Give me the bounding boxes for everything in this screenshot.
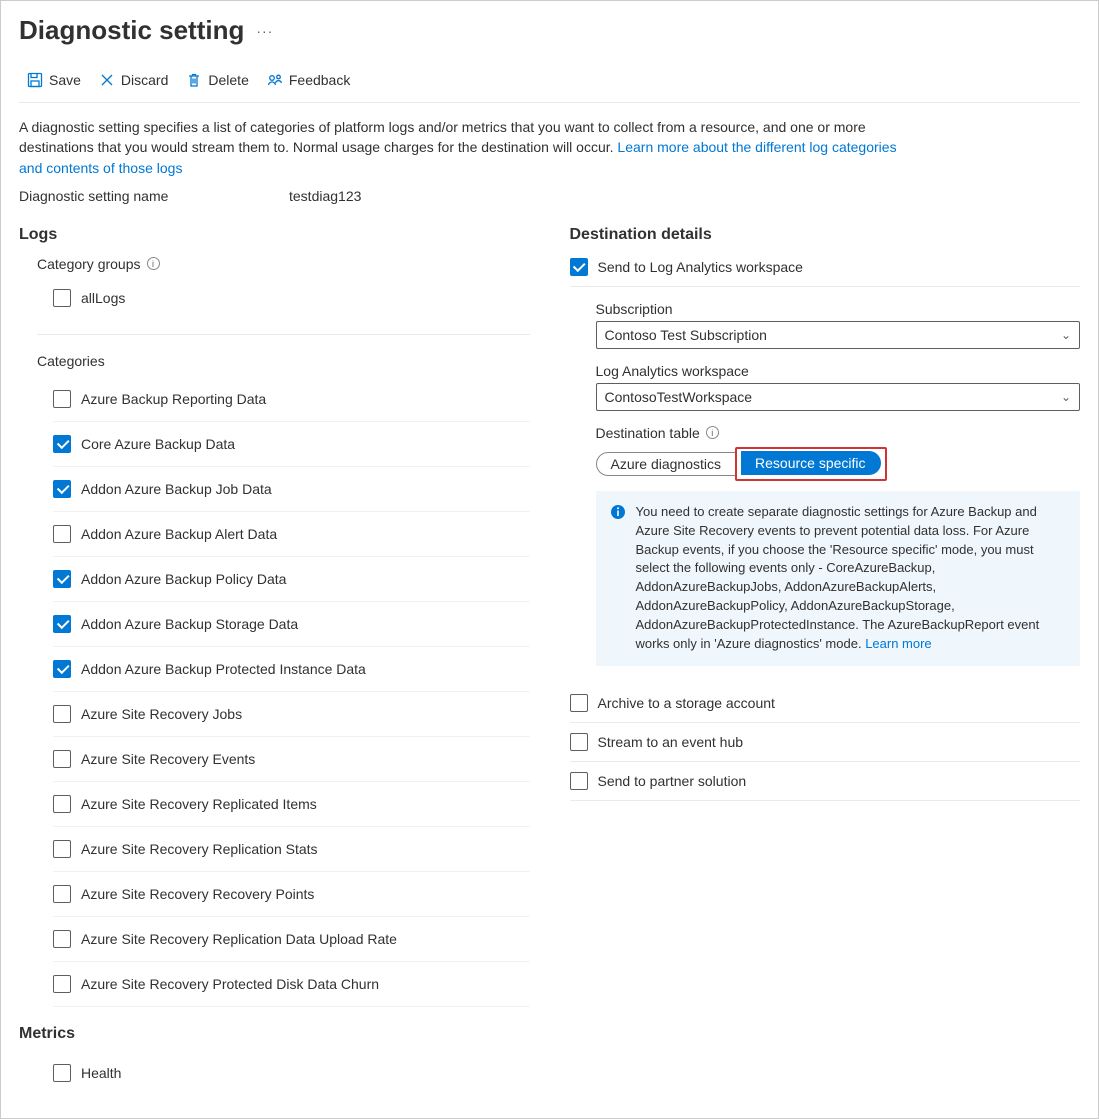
category-label: Azure Site Recovery Jobs	[81, 706, 242, 722]
dest-stream-label: Stream to an event hub	[598, 734, 744, 750]
category-label: Azure Backup Reporting Data	[81, 391, 266, 407]
workspace-select[interactable]: ContosoTestWorkspace ⌄	[596, 383, 1081, 411]
checkbox-stream-eventhub[interactable]	[570, 733, 588, 751]
category-row: Azure Site Recovery Events	[53, 737, 530, 782]
checkbox-send-log-analytics[interactable]	[570, 258, 588, 276]
category-row: Addon Azure Backup Storage Data	[53, 602, 530, 647]
category-row: Azure Backup Reporting Data	[53, 377, 530, 422]
checkbox-label: allLogs	[81, 290, 125, 306]
subscription-label: Subscription	[596, 301, 1081, 317]
checkbox-category[interactable]	[53, 570, 71, 588]
checkbox-category[interactable]	[53, 660, 71, 678]
feedback-label: Feedback	[289, 72, 350, 88]
feedback-icon	[267, 72, 283, 88]
chevron-down-icon: ⌄	[1061, 328, 1071, 342]
dest-table-label: Destination table i	[596, 425, 1081, 441]
highlight-box: Resource specific	[735, 447, 887, 481]
category-row: Addon Azure Backup Policy Data	[53, 557, 530, 602]
category-row: Core Azure Backup Data	[53, 422, 530, 467]
category-row: Azure Site Recovery Jobs	[53, 692, 530, 737]
chevron-down-icon: ⌄	[1061, 390, 1071, 404]
workspace-label: Log Analytics workspace	[596, 363, 1081, 379]
delete-label: Delete	[208, 72, 248, 88]
dest-partner-label: Send to partner solution	[598, 773, 747, 789]
subscription-select[interactable]: Contoso Test Subscription ⌄	[596, 321, 1081, 349]
category-row: Addon Azure Backup Job Data	[53, 467, 530, 512]
checkbox-category[interactable]	[53, 930, 71, 948]
checkbox-category[interactable]	[53, 750, 71, 768]
info-icon	[610, 504, 626, 654]
category-label: Addon Azure Backup Protected Instance Da…	[81, 661, 366, 677]
setting-name-value: testdiag123	[289, 188, 361, 204]
category-label: Azure Site Recovery Recovery Points	[81, 886, 314, 902]
discard-label: Discard	[121, 72, 168, 88]
close-icon	[99, 72, 115, 88]
category-row: Azure Site Recovery Recovery Points	[53, 872, 530, 917]
info-icon[interactable]: i	[147, 257, 160, 270]
info-icon[interactable]: i	[706, 426, 719, 439]
setting-name-label: Diagnostic setting name	[19, 188, 289, 204]
category-label: Addon Azure Backup Job Data	[81, 481, 272, 497]
logs-heading: Logs	[19, 226, 530, 244]
category-label: Addon Azure Backup Alert Data	[81, 526, 277, 542]
category-row: Addon Azure Backup Alert Data	[53, 512, 530, 557]
category-groups-label: Category groups i	[37, 256, 530, 272]
checkbox-category[interactable]	[53, 615, 71, 633]
checkbox-category[interactable]	[53, 885, 71, 903]
dest-archive-label: Archive to a storage account	[598, 695, 775, 711]
checkbox-category[interactable]	[53, 840, 71, 858]
subscription-value: Contoso Test Subscription	[605, 327, 767, 343]
checkbox-category[interactable]	[53, 480, 71, 498]
checkbox-category[interactable]	[53, 390, 71, 408]
category-label: Azure Site Recovery Events	[81, 751, 255, 767]
workspace-value: ContosoTestWorkspace	[605, 389, 753, 405]
checkbox-archive-storage[interactable]	[570, 694, 588, 712]
pill-azure-diagnostics[interactable]: Azure diagnostics	[596, 452, 737, 476]
more-actions[interactable]: ···	[256, 23, 273, 39]
metrics-heading: Metrics	[19, 1025, 530, 1043]
checkbox-category[interactable]	[53, 525, 71, 543]
save-icon	[27, 72, 43, 88]
category-label: Core Azure Backup Data	[81, 436, 235, 452]
checkbox-category[interactable]	[53, 435, 71, 453]
destination-heading: Destination details	[570, 226, 1081, 244]
category-label: Azure Site Recovery Replicated Items	[81, 796, 317, 812]
category-row: Azure Site Recovery Replication Stats	[53, 827, 530, 872]
category-label: Azure Site Recovery Protected Disk Data …	[81, 976, 379, 992]
checkbox-partner-solution[interactable]	[570, 772, 588, 790]
checkbox-health[interactable]	[53, 1064, 71, 1082]
save-label: Save	[49, 72, 81, 88]
checkbox-label: Health	[81, 1065, 121, 1081]
banner-text: You need to create separate diagnostic s…	[636, 504, 1040, 651]
info-banner: You need to create separate diagnostic s…	[596, 491, 1081, 666]
discard-button[interactable]: Discard	[91, 68, 176, 92]
category-label: Addon Azure Backup Storage Data	[81, 616, 298, 632]
banner-learn-more-link[interactable]: Learn more	[865, 636, 931, 651]
pill-resource-specific[interactable]: Resource specific	[741, 451, 881, 475]
page-title: Diagnostic setting	[19, 15, 244, 46]
category-row: Azure Site Recovery Protected Disk Data …	[53, 962, 530, 1007]
delete-icon	[186, 72, 202, 88]
checkbox-category[interactable]	[53, 975, 71, 993]
category-row: Azure Site Recovery Replicated Items	[53, 782, 530, 827]
feedback-button[interactable]: Feedback	[259, 68, 358, 92]
categories-label: Categories	[37, 353, 530, 369]
dest-send-la-label: Send to Log Analytics workspace	[598, 259, 803, 275]
description: A diagnostic setting specifies a list of…	[19, 117, 919, 178]
category-label: Azure Site Recovery Replication Stats	[81, 841, 318, 857]
category-row: Azure Site Recovery Replication Data Upl…	[53, 917, 530, 962]
category-label: Azure Site Recovery Replication Data Upl…	[81, 931, 397, 947]
checkbox-category[interactable]	[53, 795, 71, 813]
delete-button[interactable]: Delete	[178, 68, 256, 92]
category-row: Addon Azure Backup Protected Instance Da…	[53, 647, 530, 692]
checkbox-alllogs[interactable]	[53, 289, 71, 307]
save-button[interactable]: Save	[19, 68, 89, 92]
category-label: Addon Azure Backup Policy Data	[81, 571, 286, 587]
checkbox-category[interactable]	[53, 705, 71, 723]
toolbar: Save Discard Delete Feedback	[19, 68, 1080, 103]
